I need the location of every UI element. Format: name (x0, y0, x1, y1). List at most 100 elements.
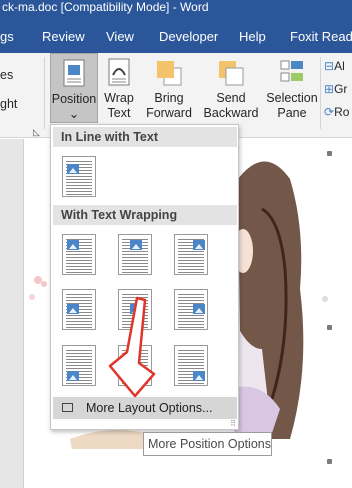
position-option-bottom-right[interactable] (174, 345, 208, 386)
text-line (66, 356, 92, 357)
text-line (178, 272, 204, 273)
text-line (66, 251, 92, 252)
align-button[interactable]: ⊟Al (324, 59, 345, 73)
text-line (178, 266, 204, 267)
ribbon-tabs: gs Review View Developer Help Foxit Read… (0, 17, 352, 53)
position-button[interactable]: Position ⌄ (50, 53, 98, 123)
position-option-top-center[interactable] (118, 234, 152, 275)
picture-placeholder-icon (193, 371, 205, 381)
text-line (66, 297, 92, 298)
picture-placeholder-icon (130, 371, 142, 381)
text-line (178, 315, 204, 316)
align-icon: ⊟ (324, 59, 335, 73)
ribbon-divider-2 (320, 57, 321, 129)
selection-pane-button[interactable]: Selection Pane (266, 53, 318, 133)
text-line (66, 383, 92, 384)
text-line (178, 356, 204, 357)
text-line (66, 353, 92, 354)
title-bar: ck-ma.doc [Compatibility Mode] - Word (0, 0, 352, 17)
text-line (178, 350, 204, 351)
text-line (178, 353, 204, 354)
bring-forward-button[interactable]: Bring Forward (143, 53, 195, 133)
selection-pane-label-1: Selection (266, 91, 318, 105)
rotate-icon: ⟳ (324, 105, 335, 119)
tab-review[interactable]: Review (42, 29, 85, 44)
resize-handle[interactable] (327, 459, 332, 464)
text-line (122, 318, 148, 319)
resize-handle[interactable] (327, 325, 332, 330)
group-button[interactable]: ⊞Gr (324, 82, 347, 96)
text-line (66, 327, 92, 328)
picture-placeholder-icon (67, 304, 79, 314)
align-label: Al (334, 59, 345, 73)
text-line (178, 321, 204, 322)
text-line (66, 263, 92, 264)
text-line (178, 359, 204, 360)
text-line (122, 300, 148, 301)
position-option-bottom-left[interactable] (62, 345, 96, 386)
send-backward-label-2: Backward (203, 106, 259, 120)
wrap-text-icon (108, 58, 130, 86)
bring-forward-icon (157, 61, 182, 86)
layout-options-icon (62, 403, 73, 412)
text-line (66, 191, 92, 192)
picture-placeholder-icon (130, 304, 142, 314)
send-backward-icon (219, 61, 244, 86)
text-line (122, 362, 148, 363)
text-line (66, 188, 92, 189)
wrap-text-button[interactable]: Wrap Text (100, 53, 138, 133)
text-line (122, 324, 148, 325)
text-line (66, 324, 92, 325)
bring-forward-label-1: Bring (154, 91, 184, 105)
text-line (178, 318, 204, 319)
ribbon-divider (44, 57, 45, 129)
text-line (122, 254, 148, 255)
tab-foxit-reader[interactable]: Foxit Reade (290, 29, 352, 44)
text-line (178, 269, 204, 270)
ribbon-partial-label-2[interactable]: ght (0, 97, 17, 111)
send-backward-label-1: Send (216, 91, 246, 105)
text-line (178, 368, 204, 369)
position-option-top-left[interactable] (62, 234, 96, 275)
position-option-middle-center[interactable] (118, 289, 152, 330)
tab-help[interactable]: Help (239, 29, 266, 44)
tab-developer[interactable]: Developer (159, 29, 218, 44)
section-header-inline: In Line with Text (53, 127, 237, 147)
tab-view[interactable]: View (106, 29, 134, 44)
picture-placeholder-icon (67, 164, 79, 174)
rotate-button[interactable]: ⟳Ro (324, 105, 349, 119)
selection-pane-icon (280, 60, 303, 82)
resize-grip-icon[interactable]: ⠿ (230, 419, 236, 428)
text-line (122, 365, 148, 366)
position-option-inline[interactable] (62, 156, 96, 197)
text-line (122, 321, 148, 322)
text-line (66, 318, 92, 319)
text-line (66, 321, 92, 322)
text-line (178, 324, 204, 325)
text-line (66, 368, 92, 369)
ribbon-partial-label-1[interactable]: es (0, 68, 13, 82)
position-option-bottom-center[interactable] (118, 345, 152, 386)
text-line (122, 297, 148, 298)
group-label: Gr (334, 82, 348, 96)
picture-placeholder-icon (130, 240, 142, 250)
text-line (122, 350, 148, 351)
text-line (122, 383, 148, 384)
picture-placeholder-icon (193, 304, 205, 314)
position-option-middle-left[interactable] (62, 289, 96, 330)
wrap-text-label-1: Wrap (104, 91, 134, 105)
text-line (122, 269, 148, 270)
text-line (66, 266, 92, 267)
send-backward-button[interactable]: Send Backward (198, 53, 264, 133)
more-layout-options-item[interactable]: More Layout Options... (53, 397, 237, 419)
text-line (66, 179, 92, 180)
text-line (178, 260, 204, 261)
position-option-middle-right[interactable] (174, 289, 208, 330)
resize-handle[interactable] (327, 151, 332, 156)
position-option-top-right[interactable] (174, 234, 208, 275)
rotate-label: Ro (334, 105, 350, 119)
tab-design[interactable]: gs (0, 29, 14, 44)
text-line (66, 300, 92, 301)
dialog-launcher-icon[interactable]: ◺ (33, 127, 40, 138)
text-line (122, 263, 148, 264)
